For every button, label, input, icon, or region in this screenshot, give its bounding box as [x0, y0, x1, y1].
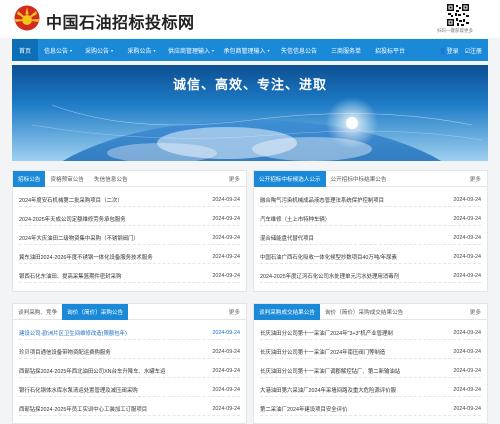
- site-header: 中国石油招标投标网 扫码一键获取更多: [0, 0, 500, 38]
- tab-negotiation-results[interactable]: 谈判采购成交结果公告: [254, 304, 320, 320]
- tab-tender-notice[interactable]: 招标公告: [13, 171, 46, 187]
- list-item[interactable]: 2024-2025年度辽河石化公司水处理单元污水处理用消毒剂 2024-09-24: [260, 269, 481, 283]
- tab-bid-results[interactable]: 公开招标中标结果公告: [326, 171, 392, 187]
- more-link[interactable]: 更多: [229, 175, 240, 183]
- list-item[interactable]: 西部钻探2024-2025年西北油田公司XN台车升降车、水罐车运 2024-09-…: [19, 364, 240, 378]
- list-item[interactable]: 汽车维修（土上市特种车辆） 2024-09-24: [260, 212, 481, 226]
- chevron-down-icon: ▾: [267, 47, 270, 53]
- panel-bid-results: 公开招标中标候选人公示 公开招标中标结果公告 更多 融合陶气污染机械成品液态管理…: [253, 170, 488, 292]
- list-item[interactable]: 2024年度安石机械第二批采购项目（二次） 2024-09-24: [19, 193, 240, 207]
- qr-code-icon: [446, 3, 470, 27]
- list-item[interactable]: 珍贝项目通信设备带物资配运费购服务 2024-09-24: [19, 345, 240, 359]
- list-item[interactable]: 第二采油厂2024年建设项目安全评价 2024-09-24: [260, 402, 481, 416]
- list-item[interactable]: 长庆油田分公司第十一采油厂调郡解控钻厂、第二新输油站 2024-09-24: [260, 364, 481, 378]
- panel-negotiation-results: 谈判采购成交结果公告 询价（简价）采购成交结果公告 更多 长庆油田分公司第十一采…: [253, 303, 488, 424]
- list-item[interactable]: 建设公司-欧洲片区卫生间维修改造(限额包年) 2024-09-24: [19, 326, 240, 340]
- list-item[interactable]: 混合储能盘代替代项目 2024-09-24: [260, 231, 481, 245]
- list-item[interactable]: 2024-2025年天成公司定额维修劳务承包服务 2024-09-24: [19, 212, 240, 226]
- tab-bid-candidates[interactable]: 公开招标中标候选人公示: [254, 171, 326, 187]
- login-link[interactable]: 👤登录: [439, 46, 459, 55]
- panel-negotiation: 谈判采购、竞争 询价（简价）采购公告 更多 建设公司-欧洲片区卫生间维修改造(限…: [12, 303, 247, 424]
- list-item[interactable]: 长庆油田分公司第十一采油厂2024年"3+3"机产业管理制 2024-09-24: [260, 326, 481, 340]
- tab-inquiry[interactable]: 询价（简价）采购公告: [62, 304, 129, 320]
- panel-tender-notices: 招标公告 资格预审公告 失信信息公告 更多 2024年度安石机械第二批采购项目（…: [12, 170, 247, 292]
- list-item[interactable]: 银行石化钢体水库水泵清运处置管理及减压阀采购 2024-09-24: [19, 383, 240, 397]
- list-item[interactable]: 银西石化东油田、提高采集篮期件密封采购 2024-09-24: [19, 269, 240, 283]
- chevron-down-icon: ▾: [111, 47, 114, 53]
- nav-item-purchase-2[interactable]: 采购公告 ▾: [120, 39, 163, 61]
- more-link[interactable]: 更多: [229, 308, 240, 316]
- site-title: 中国石油招标投标网: [46, 15, 195, 32]
- more-link[interactable]: 更多: [470, 308, 481, 316]
- main-nav: 首页 信息公告 ▾ 采购公告 ▾ 采购公告 ▾ 供应商管理输入 ▾ 承包商管理输入 ▾ 失…: [12, 39, 488, 61]
- chevron-down-icon: ▾: [153, 47, 156, 53]
- nav-item-supplier[interactable]: 供应商管理输入 ▾: [163, 39, 219, 61]
- user-icon: 👤: [439, 48, 447, 55]
- chevron-down-icon: ▾: [70, 47, 73, 53]
- panel-tabs: 招标公告 资格预审公告 失信信息公告: [13, 171, 246, 187]
- tab-prequalification[interactable]: 资格预审公告: [45, 171, 89, 187]
- register-link[interactable]: ☑注册: [465, 46, 482, 55]
- tab-credit-info[interactable]: 失信信息公告: [89, 171, 133, 187]
- panel-tabs: 公开招标中标候选人公示 公开招标中标结果公告: [254, 171, 487, 187]
- list-item[interactable]: 西部钻探2024-2025年员工实训中心工装加工订服项目 2024-09-24: [19, 402, 240, 416]
- banner-slogan: 诚信、高效、专注、进取: [172, 77, 327, 92]
- panel-tabs: 谈判采购成交结果公告 询价（简价）采购成交结果公告: [254, 304, 487, 320]
- tab-negotiation[interactable]: 谈判采购、竞争: [13, 304, 62, 320]
- panel-tabs: 谈判采购、竞争 询价（简价）采购公告: [13, 304, 246, 320]
- nav-item-purchase[interactable]: 采购公告 ▾: [78, 39, 120, 61]
- list-item[interactable]: 2024年大庆油田二级物资集中采购（不锈钢阀门） 2024-09-24: [19, 231, 240, 245]
- qr-caption: 扫码一键获取更多: [437, 28, 473, 33]
- nav-item-contractor[interactable]: 承包商管理输入 ▾: [219, 39, 274, 61]
- more-link[interactable]: 更多: [470, 175, 481, 183]
- list-item[interactable]: 融合陶气污染机械成品液态管理法系统保护控制项目 2024-09-24: [260, 193, 481, 207]
- chevron-down-icon: ▾: [212, 47, 215, 53]
- nav-item-credit[interactable]: 失信信息公告: [274, 39, 324, 61]
- list-item[interactable]: 大港油田第六采油厂2024年采墙间路及重大危险源评价服 2024-09-24: [260, 383, 481, 397]
- auth-links: 👤登录 ☑注册: [439, 46, 488, 55]
- hero-banner: 诚信、高效、专注、进取: [12, 65, 488, 161]
- list-item[interactable]: 中国石油广西石化吸收一体化候型抄数项目40万吨/年尿素 2024-09-24: [260, 250, 481, 264]
- cnpc-logo-icon[interactable]: [14, 5, 40, 31]
- nav-item-info[interactable]: 信息公告 ▾: [38, 39, 78, 61]
- list-item[interactable]: 长庆油田分公司第十一采油厂2024年南压阀门等制造 2024-09-24: [260, 345, 481, 359]
- nav-item-platform[interactable]: 招投标平台: [368, 39, 412, 61]
- list-item[interactable]: 冀东油田2024-2026年度不锈钢一体化设备服务技术服务 2024-09-24: [19, 250, 240, 264]
- tab-inquiry-results[interactable]: 询价（简价）采购成交结果公告: [320, 304, 408, 320]
- nav-item-home[interactable]: 首页: [12, 39, 38, 61]
- nav-item-service[interactable]: 三商服务单: [324, 39, 368, 61]
